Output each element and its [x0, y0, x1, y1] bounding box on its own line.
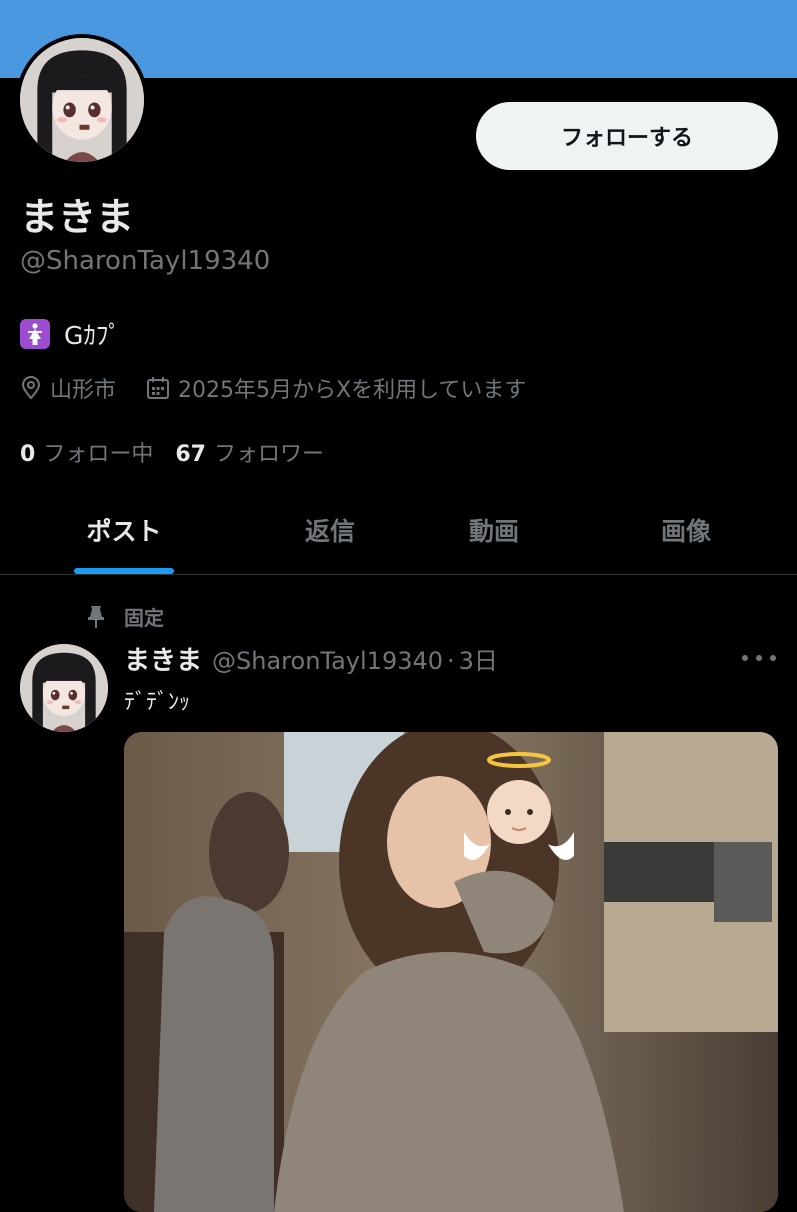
- profile-meta: 山形市 2025年5月からXを利用しています: [20, 372, 556, 404]
- post-image[interactable]: [124, 732, 778, 1212]
- display-name: まきま: [20, 195, 135, 239]
- tab-videos[interactable]: 動画: [414, 490, 574, 570]
- profile-tabs: ポスト 返信 動画 画像: [0, 490, 797, 574]
- tab-posts[interactable]: ポスト: [44, 490, 204, 570]
- profile-avatar[interactable]: [16, 34, 148, 166]
- profile-bio: Gｶﾌﾟ: [20, 316, 121, 352]
- post-header: まきま @SharonTayl19340 · 3日: [124, 640, 498, 677]
- post-timestamp[interactable]: 3日: [459, 641, 498, 676]
- joined-date-text: 2025年5月からXを利用しています: [178, 378, 527, 403]
- separator-dot: ·: [447, 647, 455, 675]
- pinned-indicator: 固定: [86, 602, 164, 631]
- post-avatar[interactable]: [20, 644, 108, 732]
- profile-stats: 0 フォロー中 67 フォロワー: [20, 436, 346, 468]
- post-text: ﾃﾞﾃﾞﾝｯ: [124, 690, 191, 715]
- pinned-label: 固定: [124, 606, 164, 630]
- tab-images[interactable]: 画像: [606, 490, 766, 570]
- avatar-image: [20, 38, 144, 162]
- followers-link[interactable]: 67 フォロワー: [175, 436, 324, 468]
- location-text: 山形市: [50, 378, 117, 403]
- follow-button[interactable]: フォローする: [476, 102, 778, 170]
- divider: [0, 574, 797, 575]
- post-author-name[interactable]: まきま: [124, 640, 202, 677]
- more-options-icon[interactable]: [742, 646, 776, 670]
- profile-handle: @SharonTayl19340: [20, 246, 271, 276]
- bio-text: Gｶﾌﾟ: [64, 321, 121, 350]
- following-link[interactable]: 0 フォロー中: [20, 436, 153, 468]
- tab-replies[interactable]: 返信: [250, 490, 410, 570]
- pin-icon: [88, 605, 104, 628]
- followers-label: フォロワー: [213, 442, 324, 467]
- location-icon: [21, 376, 41, 400]
- woman-restroom-icon: [20, 319, 50, 349]
- calendar-icon: [147, 377, 170, 399]
- followers-count: 67: [175, 442, 206, 467]
- following-label: フォロー中: [43, 442, 154, 467]
- post-author-handle[interactable]: @SharonTayl19340: [212, 647, 443, 675]
- following-count: 0: [20, 442, 36, 467]
